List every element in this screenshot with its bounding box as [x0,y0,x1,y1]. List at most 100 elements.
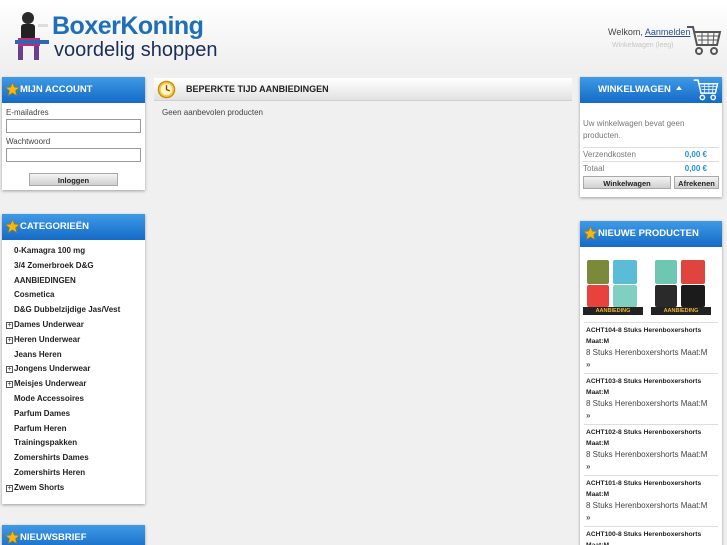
site-logo[interactable]: BoxerKoning voordelig shoppen [12,8,217,64]
category-item[interactable]: Parfum Dames [6,407,145,422]
category-item[interactable]: Zomershirts Dames [6,451,145,466]
product-title-link[interactable]: ACHT104-8 Stuks Herenboxershorts Maat:M [586,325,718,347]
product-description: 8 Stuks Herenboxershorts Maat:M [586,348,708,357]
password-label: Wachtwoord [6,137,51,146]
category-label: D&G Dubbelzijdige Jas/Vest [14,305,121,315]
email-label: E-mailadres [6,108,49,117]
category-label: Jeans Heren [14,349,62,359]
category-label: Trainingspakken [14,438,78,448]
category-item[interactable]: + Dames Underwear [6,318,145,333]
double-chevron-right-icon[interactable]: » [586,359,718,370]
thumbnail-caption: AANBIEDING [595,308,631,314]
star-icon [5,82,20,97]
category-label: Zwem Shorts [14,482,65,492]
category-item[interactable]: AANBIEDINGEN [6,274,145,289]
offers-title: BEPERKTE TIJD AANBIEDINGEN [186,84,329,94]
category-label: Zomershirts Heren [14,467,86,477]
category-label: Jongens Underwear [14,364,91,374]
category-label: AANBIEDINGEN [14,275,76,285]
category-item[interactable]: Jeans Heren [6,348,145,363]
expand-plus-icon[interactable]: + [6,484,13,492]
product-title-link[interactable]: ACHT103-8 Stuks Herenboxershorts Maat:M [586,376,718,398]
product-title-link[interactable]: ACHT100-8 Stuks Herenboxershorts Maat:M [586,529,718,545]
category-item[interactable]: + Jongens Underwear [6,362,145,377]
expand-plus-icon[interactable]: + [6,381,13,389]
welcome-text: Welkom, [608,27,643,37]
category-item[interactable]: D&G Dubbelzijdige Jas/Vest [6,303,145,318]
product-item[interactable]: ACHT100-8 Stuks Herenboxershorts Maat:M [584,526,718,545]
product-description: 8 Stuks Herenboxershorts Maat:M [586,399,708,408]
shipping-value: 0,00 € [684,150,707,159]
cart-box-header[interactable]: WINKELWAGEN [580,77,722,103]
product-item[interactable]: ACHT103-8 Stuks Herenboxershorts Maat:M 8… [584,373,718,424]
total-label: Totaal [583,164,605,173]
shipping-label: Verzendkosten [583,150,636,159]
star-icon [583,226,598,241]
category-label: Meisjes Underwear [14,379,87,389]
expand-plus-icon[interactable]: + [6,336,13,344]
category-item[interactable]: 3/4 Zomerbroek D&G [6,259,145,274]
cart-box: WINKELWAGEN Uw winkelwagen bevat geen pr… [580,77,722,197]
product-item[interactable]: ACHT102-8 Stuks Herenboxershorts Maat:M 8… [584,424,718,475]
double-chevron-right-icon[interactable]: » [586,512,718,523]
cart-box-title: WINKELWAGEN [598,84,671,95]
email-field[interactable] [6,119,141,133]
shopping-cart-icon[interactable] [686,23,722,57]
newsletter-box: NIEUWSBRIEF [2,525,145,545]
category-item[interactable]: + Meisjes Underwear [6,377,145,392]
brand-slogan: voordelig shoppen [54,39,218,61]
category-label: Parfum Heren [14,423,67,433]
cart-empty-text: Uw winkelwagen bevat geen producten. [583,119,685,140]
view-cart-button[interactable]: Winkelwagen [583,176,671,189]
product-title-link[interactable]: ACHT101-8 Stuks Herenboxershorts Maat:M [586,478,718,500]
password-field[interactable] [6,148,141,162]
shopping-cart-icon [693,79,719,101]
expand-plus-icon[interactable]: + [6,321,13,329]
category-item[interactable]: Zomershirts Heren [6,466,145,481]
offers-empty-text: Geen aanbevolen producten [162,108,263,117]
thumbnail-caption: AANBIEDING [663,308,699,314]
account-box: MIJN ACCOUNT E-mailadres Wachtwoord Inlo… [2,77,145,190]
category-label: 3/4 Zomerbroek D&G [14,260,94,270]
product-title-link[interactable]: ACHT102-8 Stuks Herenboxershorts Maat:M [586,427,718,449]
category-item[interactable]: + Heren Underwear [6,333,145,348]
logo-boxer-figure-icon [15,12,49,60]
checkout-button[interactable]: Afrekenen [674,176,719,189]
product-description: 8 Stuks Herenboxershorts Maat:M [586,450,708,459]
product-thumbnail[interactable]: AANBIEDING [583,257,643,315]
category-label: Heren Underwear [14,334,81,344]
brand-name: BoxerKoning [52,12,204,40]
category-item[interactable]: Trainingspakken [6,436,145,451]
category-label: 0-Kamagra 100 mg [14,246,86,255]
offers-header: BEPERKTE TIJD AANBIEDINGEN [154,78,572,101]
categories-box: CATEGORIEËN 0-Kamagra 100 mg 3/4 Zomerbro… [2,214,145,504]
product-item[interactable]: ACHT101-8 Stuks Herenboxershorts Maat:M 8… [584,475,718,526]
new-products-box: NIEUWE PRODUCTEN AANBIEDING AANBIEDING A… [580,221,722,545]
category-list: 0-Kamagra 100 mg 3/4 Zomerbroek D&G AANBIE… [2,240,145,496]
account-box-header: MIJN ACCOUNT [2,77,145,103]
total-row: Totaal 0,00 € [583,161,719,175]
login-link[interactable]: Aanmelden [645,27,691,37]
new-products-list: ACHT104-8 Stuks Herenboxershorts Maat:M 8… [584,322,718,545]
categories-box-title: CATEGORIEËN [20,221,89,232]
category-item[interactable]: 0-Kamagra 100 mg [6,244,145,259]
double-chevron-right-icon[interactable]: » [586,410,718,421]
category-label: Cosmetica [14,290,55,300]
welcome-message: Welkom, Aanmelden [608,27,690,37]
login-button[interactable]: Inloggen [29,173,118,186]
category-item[interactable]: Cosmetica [6,288,145,303]
category-item[interactable]: Mode Accessoires [6,392,145,407]
caret-up-icon [676,86,683,90]
product-item[interactable]: ACHT104-8 Stuks Herenboxershorts Maat:M 8… [584,322,718,373]
expand-plus-icon[interactable]: + [6,366,13,374]
category-item[interactable]: + Zwem Shorts [6,481,145,496]
newsletter-box-title: NIEUWSBRIEF [20,532,87,543]
category-label: Mode Accessoires [14,393,84,403]
account-box-title: MIJN ACCOUNT [20,84,93,95]
new-products-box-header: NIEUWE PRODUCTEN [580,221,722,247]
category-item[interactable]: Parfum Heren [6,422,145,437]
product-thumbnail[interactable]: AANBIEDING [651,257,711,315]
double-chevron-right-icon[interactable]: » [586,461,718,472]
categories-box-header: CATEGORIEËN [2,214,145,240]
category-label: Parfum Dames [14,408,71,418]
